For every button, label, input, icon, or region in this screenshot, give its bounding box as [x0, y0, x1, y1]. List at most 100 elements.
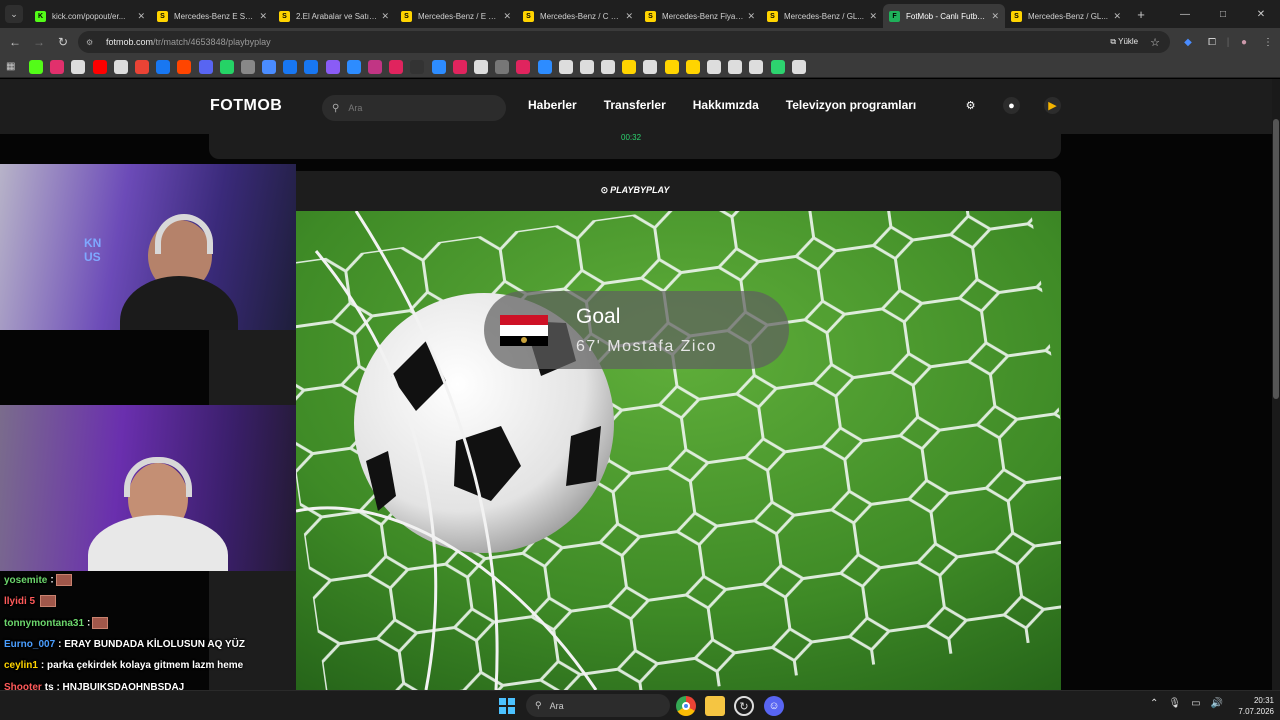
bookmark-favicon-icon[interactable]	[389, 59, 404, 74]
bookmark-favicon-icon[interactable]	[283, 59, 298, 74]
bookmark-favicon-icon[interactable]	[325, 59, 340, 74]
bookmark-favicon-icon[interactable]	[643, 59, 658, 74]
bookmark-favicon-icon[interactable]	[262, 59, 277, 74]
bookmark-favicon-icon[interactable]	[770, 59, 785, 74]
bookmark-favicon-icon[interactable]	[728, 59, 743, 74]
nav-tv-schedule[interactable]: Televizyon programları	[786, 98, 916, 112]
tray-expand-icon[interactable]: ⌃	[1150, 698, 1158, 709]
discord-taskbar-icon[interactable]: ☺	[764, 696, 784, 716]
bookmark-favicon-icon[interactable]	[71, 59, 86, 74]
chat-username[interactable]: ceylin1	[4, 660, 38, 671]
fotmob-logo[interactable]: FOTMOB	[210, 97, 282, 115]
bookmark-favicon-icon[interactable]	[113, 59, 128, 74]
browser-tab[interactable]: S Mercedes-Benz Fiyat... ✕	[639, 4, 761, 28]
chat-username[interactable]: llyidi 5	[4, 596, 35, 607]
bookmark-favicon-icon[interactable]	[749, 59, 764, 74]
page-scrollbar[interactable]	[1272, 79, 1280, 690]
browser-tab[interactable]: F FotMob - Canlı Futbo... ✕	[883, 4, 1005, 28]
apps-grid-icon[interactable]: ▦	[6, 61, 15, 72]
address-bar[interactable]: ⚙ fotmob.com/tr/match/4653848/playbyplay…	[78, 31, 1170, 53]
bookmark-favicon-icon[interactable]	[664, 59, 679, 74]
volume-icon[interactable]: 🔊	[1211, 698, 1223, 709]
bookmark-favicon-icon[interactable]	[558, 59, 573, 74]
tab-close-icon[interactable]: ✕	[259, 11, 267, 22]
bookmark-favicon-icon[interactable]	[134, 59, 149, 74]
load-button[interactable]: ⧉ Yükle	[1110, 37, 1138, 47]
goal-video[interactable]: Goal 67' Mostafa Zico	[296, 211, 1061, 690]
bookmark-favicon-icon[interactable]	[50, 59, 65, 74]
profile-avatar-icon[interactable]: ●	[1232, 30, 1256, 54]
tab-search-icon[interactable]: ⌄	[5, 5, 23, 23]
tab-close-icon[interactable]: ✕	[137, 11, 145, 22]
bookmark-favicon-icon[interactable]	[368, 59, 383, 74]
bookmark-favicon-icon[interactable]	[791, 59, 806, 74]
bookmark-favicon-icon[interactable]	[707, 59, 722, 74]
tab-close-icon[interactable]: ✕	[381, 11, 389, 22]
bookmark-favicon-icon[interactable]	[346, 59, 361, 74]
browser-tab[interactable]: S Mercedes-Benz / GL... ✕	[1005, 4, 1127, 28]
bookmark-favicon-icon[interactable]	[431, 59, 446, 74]
bookmark-favicon-icon[interactable]	[177, 59, 192, 74]
display-icon[interactable]: ▭	[1191, 698, 1200, 709]
forward-icon[interactable]: →	[27, 30, 51, 54]
browser-tab[interactable]: S Mercedes-Benz E Se... ✕	[151, 4, 273, 28]
taskbar-search[interactable]: ⚲ Ara	[526, 694, 670, 717]
browser-tab[interactable]: Kkick.com/popout/er... ✕	[29, 4, 151, 28]
bookmark-favicon-icon[interactable]	[198, 59, 213, 74]
new-tab-button[interactable]: +	[1131, 7, 1151, 22]
apple-icon[interactable]: ●	[1003, 97, 1020, 114]
bookmark-favicon-icon[interactable]	[240, 59, 255, 74]
browser-tab[interactable]: S Mercedes-Benz / GL... ✕	[761, 4, 883, 28]
menu-kebab-icon[interactable]: ⋮	[1256, 30, 1280, 54]
tab-close-icon[interactable]: ✕	[869, 11, 877, 22]
bookmark-favicon-icon[interactable]	[516, 59, 531, 74]
bookmark-favicon-icon[interactable]	[537, 59, 552, 74]
bookmark-star-icon[interactable]: ☆	[1150, 36, 1160, 49]
tab-close-icon[interactable]: ✕	[991, 11, 999, 22]
fotmob-search-input[interactable]: ⚲ Ara	[322, 95, 506, 121]
tab-close-icon[interactable]: ✕	[1113, 11, 1121, 22]
start-button-icon[interactable]	[499, 698, 515, 714]
reload-icon[interactable]: ↻	[51, 30, 75, 54]
bookmark-favicon-icon[interactable]	[579, 59, 594, 74]
site-info-icon[interactable]: ⚙	[86, 38, 98, 47]
bookmark-favicon-icon[interactable]	[29, 59, 44, 74]
scrollbar-thumb[interactable]	[1273, 119, 1279, 399]
bookmark-favicon-icon[interactable]	[601, 59, 616, 74]
bookmark-favicon-icon[interactable]	[685, 59, 700, 74]
back-icon[interactable]: ←	[3, 30, 27, 54]
tab-close-icon[interactable]: ✕	[625, 11, 633, 22]
close-window-icon[interactable]: ✕	[1242, 0, 1280, 28]
chat-username[interactable]: yosemite	[4, 575, 47, 586]
file-explorer-icon[interactable]	[705, 696, 725, 716]
extension-icon[interactable]: ◆	[1176, 30, 1200, 54]
chat-username[interactable]: Eurno_007	[4, 639, 55, 650]
tab-close-icon[interactable]: ✕	[747, 11, 755, 22]
taskbar-clock[interactable]: 20:31 7.07.2026	[1234, 695, 1274, 717]
bookmark-favicon-icon[interactable]	[622, 59, 637, 74]
minimize-icon[interactable]: —	[1166, 0, 1204, 28]
settings-gear-icon[interactable]: ⚙	[962, 97, 979, 114]
browser-tab[interactable]: S Mercedes-Benz / E S... ✕	[395, 4, 517, 28]
bookmark-favicon-icon[interactable]	[452, 59, 467, 74]
google-play-icon[interactable]: ▶	[1044, 97, 1061, 114]
extensions-puzzle-icon[interactable]: ⧠	[1200, 30, 1224, 54]
chat-username[interactable]: tonnymontana31	[4, 618, 84, 629]
bookmark-favicon-icon[interactable]	[219, 59, 234, 74]
microphone-icon[interactable]: 🎙	[1168, 698, 1181, 709]
bookmark-favicon-icon[interactable]	[495, 59, 510, 74]
chrome-taskbar-icon[interactable]	[676, 696, 696, 716]
bookmark-favicon-icon[interactable]	[304, 59, 319, 74]
nav-transfers[interactable]: Transferler	[604, 98, 666, 112]
bookmark-favicon-icon[interactable]	[473, 59, 488, 74]
browser-tab[interactable]: S 2.El Arabalar ve Satılık... ✕	[273, 4, 395, 28]
nav-news[interactable]: Haberler	[528, 98, 577, 112]
bookmark-favicon-icon[interactable]	[92, 59, 107, 74]
bookmark-favicon-icon[interactable]	[156, 59, 171, 74]
browser-tab[interactable]: S Mercedes-Benz / C S... ✕	[517, 4, 639, 28]
maximize-icon[interactable]: □	[1204, 0, 1242, 28]
bookmark-favicon-icon[interactable]	[410, 59, 425, 74]
tab-close-icon[interactable]: ✕	[503, 11, 511, 22]
app-taskbar-icon[interactable]: ↻	[734, 696, 754, 716]
nav-about[interactable]: Hakkımızda	[693, 98, 759, 112]
